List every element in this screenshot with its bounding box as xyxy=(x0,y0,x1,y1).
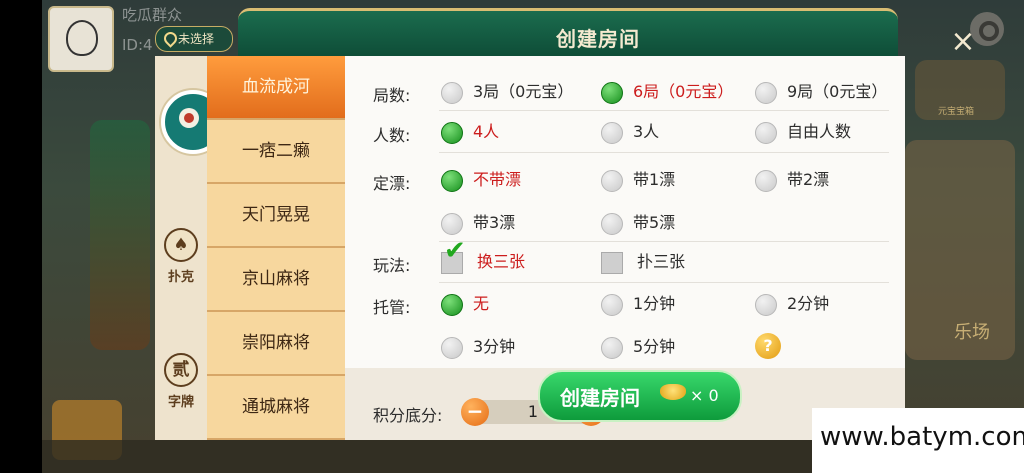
ingot-cost: × 0 xyxy=(690,386,719,405)
trustee-option-2min[interactable]: 2分钟 xyxy=(755,292,829,316)
category-zipai-label: 字牌 xyxy=(167,395,194,410)
category-poker-label: 扑克 xyxy=(167,270,194,285)
radio-icon xyxy=(755,169,777,192)
radio-icon xyxy=(601,169,623,192)
divider xyxy=(439,152,889,153)
radio-selected-icon xyxy=(601,81,623,104)
rounds-option-6[interactable]: 6局（0元宝） xyxy=(601,80,733,104)
tab-yipierlai[interactable]: 一痞二癞 xyxy=(207,120,345,184)
score-label: 积分底分: xyxy=(373,406,443,425)
tab-jingshanmajiang[interactable]: 京山麻将 xyxy=(207,248,345,312)
tab-tianmenhuanghuang[interactable]: 天门晃晃 xyxy=(207,184,345,248)
lobby-game-banner xyxy=(90,120,150,350)
radio-icon xyxy=(441,212,463,235)
play-option-huansanzhang[interactable]: 换三张 xyxy=(441,239,525,274)
user-id: ID:4 xyxy=(122,36,153,54)
players-option-free[interactable]: 自由人数 xyxy=(755,120,851,144)
rounds-option-9[interactable]: 9局（0元宝） xyxy=(755,80,887,104)
tab-chongyangmajiang[interactable]: 崇阳麻将 xyxy=(207,312,345,376)
location-button[interactable]: 未选择 xyxy=(155,26,233,52)
radio-selected-icon xyxy=(441,121,463,144)
checkbox-icon xyxy=(601,251,623,274)
user-avatar[interactable] xyxy=(48,6,114,72)
category-poker[interactable]: ♠ 扑克 xyxy=(155,228,207,285)
radio-icon xyxy=(601,293,623,316)
location-label: 未选择 xyxy=(178,32,215,46)
create-room-dialog: 创建房间 × 未选择 ♠ 扑克 贰 字牌 血流成河 一痞二癞 天门晃晃 京山麻将… xyxy=(155,8,976,440)
close-button[interactable]: × xyxy=(948,27,978,57)
radio-icon xyxy=(441,81,463,104)
rounds-label: 局数: xyxy=(373,86,411,105)
piao-option-2[interactable]: 带2漂 xyxy=(755,168,829,192)
radio-icon xyxy=(755,121,777,144)
gold-ingot-icon xyxy=(660,384,686,400)
trustee-option-5min[interactable]: 5分钟 xyxy=(601,335,675,359)
play-label: 玩法: xyxy=(373,256,411,275)
piao-option-3[interactable]: 带3漂 xyxy=(441,211,515,235)
players-option-3[interactable]: 3人 xyxy=(601,120,659,144)
trustee-option-none[interactable]: 无 xyxy=(441,292,489,316)
tab-xueliuchenghe[interactable]: 血流成河 xyxy=(207,56,345,120)
dialog-title: 创建房间 xyxy=(556,27,640,51)
help-button[interactable]: ? xyxy=(755,333,781,359)
radio-icon xyxy=(441,336,463,359)
piao-option-none[interactable]: 不带漂 xyxy=(441,168,521,192)
radio-selected-icon xyxy=(441,169,463,192)
piao-label: 定漂: xyxy=(373,174,411,193)
piao-option-1[interactable]: 带1漂 xyxy=(601,168,675,192)
tab-tongchengmajiang[interactable]: 通城麻将 xyxy=(207,376,345,440)
radio-icon xyxy=(601,212,623,235)
zipai-icon: 贰 xyxy=(164,353,198,387)
piao-option-5[interactable]: 带5漂 xyxy=(601,211,675,235)
category-zipai[interactable]: 贰 字牌 xyxy=(155,353,207,410)
divider xyxy=(439,282,889,283)
create-room-label: 创建房间 xyxy=(560,386,640,410)
watermark-text: www.batym.com xyxy=(820,422,1024,452)
trustee-option-3min[interactable]: 3分钟 xyxy=(441,335,515,359)
radio-icon xyxy=(755,81,777,104)
spade-icon: ♠ xyxy=(164,228,198,262)
watermark: www.batym.com xyxy=(812,408,1024,473)
trustee-label: 托管: xyxy=(373,298,411,317)
game-tabs: 血流成河 一痞二癞 天门晃晃 京山麻将 崇阳麻将 通城麻将 xyxy=(207,56,345,440)
radio-selected-icon xyxy=(441,293,463,316)
players-option-4[interactable]: 4人 xyxy=(441,120,499,144)
divider xyxy=(439,241,889,242)
checkbox-checked-icon xyxy=(441,239,466,274)
lobby-bottom-bar xyxy=(42,440,942,473)
location-pin-icon xyxy=(161,29,180,48)
radio-icon xyxy=(755,293,777,316)
rounds-option-3[interactable]: 3局（0元宝） xyxy=(441,80,573,104)
dialog-body: ♠ 扑克 贰 字牌 血流成河 一痞二癞 天门晃晃 京山麻将 崇阳麻将 通城麻将 … xyxy=(155,56,905,440)
create-room-button[interactable]: 创建房间 × 0 xyxy=(538,370,742,422)
trustee-option-1min[interactable]: 1分钟 xyxy=(601,292,675,316)
play-option-pusanzhang[interactable]: 扑三张 xyxy=(601,250,685,274)
players-label: 人数: xyxy=(373,126,411,145)
lobby-right-label: 乐场 xyxy=(954,322,990,343)
divider xyxy=(439,110,889,111)
left-black-bar xyxy=(0,0,42,473)
radio-icon xyxy=(601,336,623,359)
treasure-box-label: 元宝宝箱 xyxy=(938,107,975,117)
score-minus-button[interactable]: − xyxy=(461,398,489,426)
dialog-header: 创建房间 × xyxy=(238,8,976,61)
radio-icon xyxy=(601,121,623,144)
help-icon: ? xyxy=(755,333,781,359)
